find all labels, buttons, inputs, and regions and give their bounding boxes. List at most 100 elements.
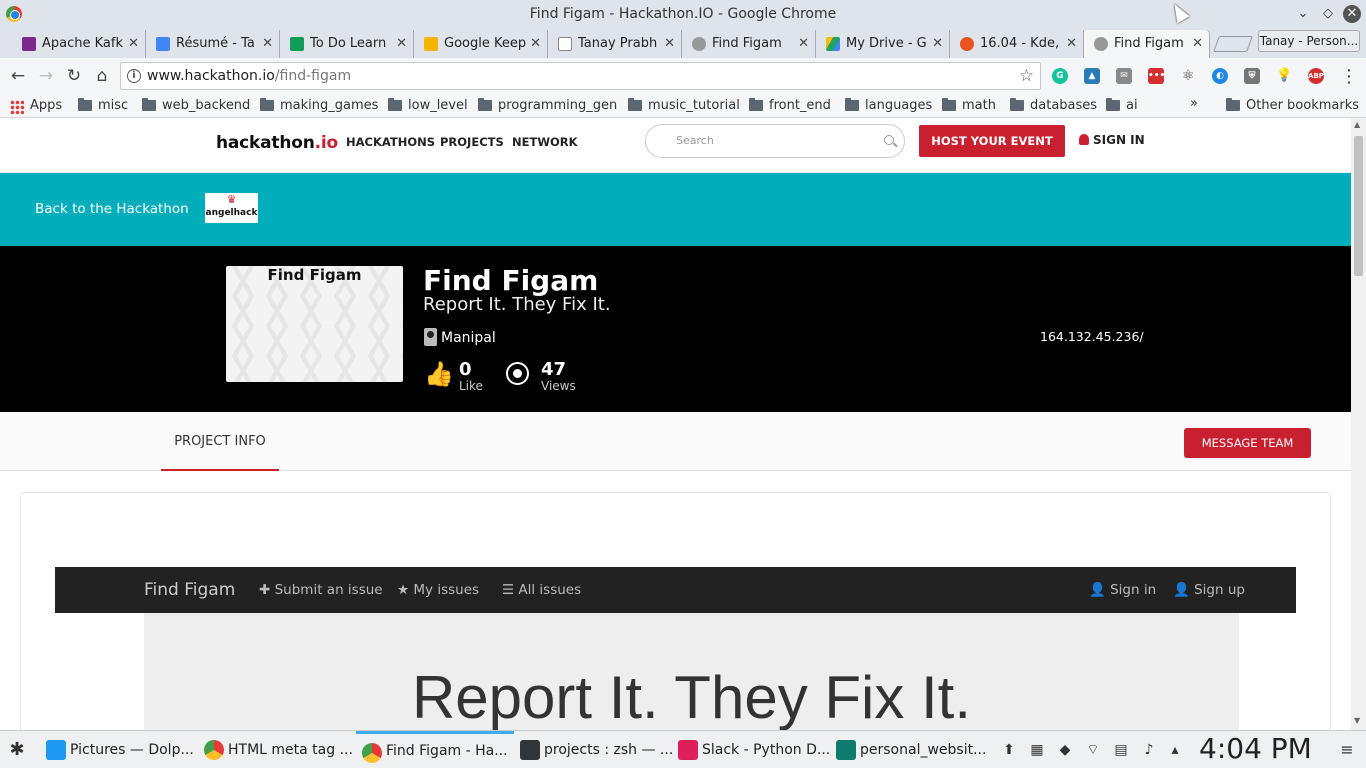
- panel-menu-icon[interactable]: ≡: [1338, 741, 1356, 759]
- browser-tab[interactable]: Google Keep ✕: [414, 30, 548, 58]
- system-clock[interactable]: 4:04 PM: [1199, 732, 1312, 765]
- browser-tab[interactable]: 16.04 - Kde, ✕: [950, 30, 1084, 58]
- dots-extension-icon[interactable]: •••: [1148, 68, 1165, 84]
- tab-close-icon[interactable]: ✕: [396, 30, 407, 58]
- address-bar[interactable]: i www.hackathon.io/find-figam ☆: [120, 62, 1041, 90]
- app-launcher-icon[interactable]: ✱: [8, 741, 26, 759]
- close-window-icon[interactable]: ✕: [1343, 5, 1361, 23]
- tab-close-icon[interactable]: ✕: [664, 30, 675, 58]
- tab-close-icon[interactable]: ✕: [530, 30, 541, 58]
- maximize-icon[interactable]: ◇: [1319, 5, 1337, 23]
- project-link[interactable]: 164.132.45.236/: [1040, 329, 1144, 344]
- taskbar-item-slack[interactable]: Slack - Python D...: [672, 731, 830, 769]
- bookmarks-overflow-button[interactable]: »: [1190, 96, 1198, 111]
- host-event-button[interactable]: HOST YOUR EVENT: [919, 125, 1065, 157]
- screenshot-tray-icon[interactable]: ▦: [1028, 741, 1046, 759]
- site-search-input[interactable]: Search: [645, 124, 905, 158]
- bookmark-folder[interactable]: music_tutorial: [628, 97, 740, 115]
- tab-project-info[interactable]: PROJECT INFO: [161, 412, 279, 471]
- all-issues-link[interactable]: ☰ All issues: [502, 582, 581, 598]
- react-devtools-icon[interactable]: ⚛: [1180, 68, 1196, 84]
- bookmark-folder[interactable]: ai: [1106, 97, 1138, 115]
- add-user-icon: 👤: [1173, 582, 1190, 598]
- bookmark-folder[interactable]: math: [942, 97, 996, 115]
- browser-menu-icon[interactable]: ⋮: [1340, 66, 1358, 87]
- site-info-icon[interactable]: i: [127, 69, 141, 83]
- embedded-brand[interactable]: Find Figam: [144, 580, 235, 600]
- scrollbar-thumb[interactable]: [1354, 136, 1363, 276]
- tab-close-icon[interactable]: ✕: [128, 30, 139, 58]
- tab-close-icon[interactable]: ✕: [798, 30, 809, 58]
- cube-tray-icon[interactable]: ◆: [1056, 741, 1074, 759]
- bookmark-folder[interactable]: making_games: [260, 97, 378, 115]
- bookmark-folder[interactable]: databases: [1010, 97, 1097, 115]
- search-icon[interactable]: [884, 135, 894, 145]
- view-count: 47: [541, 359, 567, 380]
- adblock-plus-icon[interactable]: ABP: [1308, 68, 1324, 84]
- page-scrollbar[interactable]: ▲ ▼: [1351, 118, 1366, 730]
- back-arrow-icon[interactable]: ←: [8, 66, 28, 86]
- sign-in-link[interactable]: SIGN IN: [1079, 133, 1145, 147]
- shield-icon[interactable]: ⛨: [1244, 68, 1260, 84]
- browser-tab[interactable]: To Do Learn ✕: [280, 30, 414, 58]
- forward-arrow-icon[interactable]: →: [36, 66, 56, 86]
- project-tabs: PROJECT INFO MESSAGE TEAM: [0, 412, 1351, 471]
- site-logo[interactable]: hackathon.io: [216, 133, 338, 153]
- wifi-icon[interactable]: ⌔: [1084, 741, 1102, 759]
- bookmark-folder[interactable]: languages: [845, 97, 932, 115]
- tab-close-icon[interactable]: ✕: [932, 30, 943, 58]
- embedded-sign-in-link[interactable]: 👤 Sign in: [1089, 582, 1156, 598]
- extension-blue-icon[interactable]: ◐: [1212, 68, 1228, 84]
- bookmark-other[interactable]: Other bookmarks: [1226, 97, 1359, 115]
- lightbulb-icon[interactable]: 💡: [1276, 68, 1292, 84]
- tab-close-icon[interactable]: ✕: [1066, 30, 1077, 58]
- tab-close-icon[interactable]: ✕: [262, 30, 273, 58]
- submit-issue-link[interactable]: ✚ Submit an issue: [259, 582, 383, 598]
- clipboard-icon[interactable]: ▤: [1112, 741, 1130, 759]
- extension-icon[interactable]: ▲: [1084, 68, 1100, 84]
- bookmark-folder[interactable]: front_end: [749, 97, 831, 115]
- bookmark-apps[interactable]: Apps: [10, 97, 62, 115]
- taskbar-item-webstorm[interactable]: personal_websit...: [830, 731, 988, 769]
- minimize-icon[interactable]: ⌄: [1294, 5, 1312, 23]
- profile-button[interactable]: Tanay - Person...: [1258, 30, 1360, 52]
- browser-tab[interactable]: Find Figam ✕: [682, 30, 816, 58]
- reload-icon[interactable]: ↻: [64, 66, 84, 86]
- browser-tab[interactable]: Tanay Prabh ✕: [548, 30, 682, 58]
- angelhack-logo[interactable]: ♛ angelhack: [205, 193, 258, 223]
- embedded-sign-up-link[interactable]: 👤 Sign up: [1173, 582, 1245, 598]
- browser-tab[interactable]: Apache Kafk ✕: [12, 30, 146, 58]
- bookmark-folder[interactable]: programming_gen: [478, 97, 617, 115]
- updates-tray-icon[interactable]: ⬆: [1000, 741, 1018, 759]
- grammarly-icon[interactable]: G: [1052, 68, 1068, 84]
- bookmark-star-icon[interactable]: ☆: [1019, 63, 1034, 89]
- taskbar-item-chrome-active[interactable]: Find Figam - Ha...: [356, 731, 514, 769]
- new-tab-button[interactable]: [1213, 36, 1253, 52]
- project-location: Manipal: [441, 330, 496, 346]
- mail-extension-icon[interactable]: ✉: [1116, 68, 1132, 84]
- scroll-down-icon[interactable]: ▼: [1354, 716, 1360, 725]
- browser-tab-active[interactable]: Find Figam ✕: [1084, 30, 1210, 58]
- nav-hackathons[interactable]: HACKATHONS: [346, 135, 435, 149]
- like-thumbs-up-icon[interactable]: 👍: [424, 360, 454, 388]
- volume-icon[interactable]: ♪: [1140, 741, 1158, 759]
- bookmark-folder[interactable]: web_backend: [142, 97, 250, 115]
- tab-close-icon[interactable]: ✕: [1192, 30, 1203, 58]
- scroll-up-icon[interactable]: ▲: [1354, 120, 1360, 129]
- tray-expand-icon[interactable]: ▴: [1166, 741, 1184, 759]
- browser-tab[interactable]: Résumé - Ta ✕: [146, 30, 280, 58]
- browser-tab[interactable]: My Drive - G ✕: [816, 30, 950, 58]
- message-team-button[interactable]: MESSAGE TEAM: [1184, 428, 1311, 458]
- taskbar-item-terminal[interactable]: projects : zsh — ...: [514, 731, 673, 769]
- webstorm-icon: [836, 740, 856, 760]
- back-to-hackathon-link[interactable]: Back to the Hackathon: [35, 201, 189, 217]
- taskbar-item-chrome[interactable]: HTML meta tag ...: [198, 731, 356, 769]
- home-icon[interactable]: ⌂: [92, 66, 112, 86]
- nav-network[interactable]: NETWORK: [512, 135, 578, 149]
- bookmark-folder[interactable]: misc: [78, 97, 128, 115]
- my-issues-link[interactable]: ★ My issues: [397, 582, 479, 598]
- nav-projects[interactable]: PROJECTS: [440, 135, 504, 149]
- tab-strip: Apache Kafk ✕ Résumé - Ta ✕ To Do Learn ✕ G…: [0, 28, 1366, 58]
- bookmark-folder[interactable]: low_level: [388, 97, 468, 115]
- taskbar-item-dolphin[interactable]: Pictures — Dolp...: [40, 731, 198, 769]
